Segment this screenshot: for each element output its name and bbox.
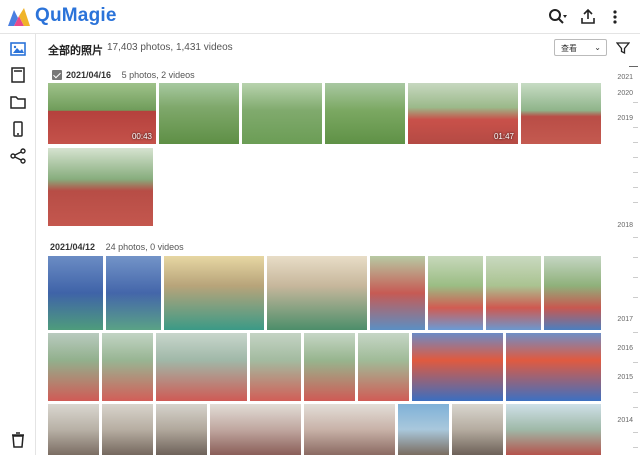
photo-thumbnail[interactable]	[250, 333, 301, 401]
photo-thumbnail[interactable]	[267, 256, 367, 330]
group-header: 2021/04/16 5 photos, 2 videos	[66, 70, 195, 80]
photo-thumbnail[interactable]	[48, 404, 99, 455]
photo-thumbnail[interactable]: 00:43	[48, 83, 156, 144]
album-icon[interactable]	[8, 65, 28, 85]
timeline-tick	[633, 257, 638, 258]
timeline-year[interactable]: 2020	[617, 90, 633, 97]
more-icon[interactable]	[612, 8, 630, 26]
view-select-value: 查看	[561, 44, 577, 53]
device-icon[interactable]	[8, 119, 28, 139]
photo-thumbnail[interactable]	[428, 256, 483, 330]
upload-icon[interactable]	[580, 8, 598, 26]
photo-thumbnail[interactable]	[304, 333, 355, 401]
timeline-year[interactable]: 2021	[617, 74, 633, 81]
timeline-year[interactable]: 2015	[617, 374, 633, 381]
photo-thumbnail[interactable]	[102, 404, 153, 455]
photo-thumbnail[interactable]	[156, 333, 247, 401]
search-icon[interactable]	[548, 8, 567, 26]
photo-thumbnail[interactable]: 01:47	[408, 83, 518, 144]
photo-thumbnail[interactable]	[398, 404, 449, 455]
timeline-year[interactable]: 2014	[617, 417, 633, 424]
timeline-tick	[633, 277, 638, 278]
photo-thumbnail[interactable]	[325, 83, 405, 144]
photo-thumbnail[interactable]	[506, 333, 601, 401]
photos-icon[interactable]	[8, 39, 28, 59]
timeline-tick	[633, 362, 638, 363]
group-date: 2021/04/16	[66, 70, 112, 80]
folder-icon[interactable]	[8, 92, 28, 112]
video-duration: 01:47	[493, 132, 514, 141]
photo-thumbnail[interactable]	[102, 333, 153, 401]
timeline-tick	[633, 447, 638, 448]
photo-thumbnail[interactable]	[521, 83, 601, 144]
timeline-tick	[633, 297, 638, 298]
photo-thumbnail[interactable]	[486, 256, 541, 330]
timeline-tick	[633, 407, 638, 408]
photo-thumbnail[interactable]	[48, 148, 153, 226]
page-title: 全部的照片	[48, 45, 103, 57]
qumagie-logo-icon[interactable]	[6, 6, 32, 28]
media-count: 17,403 photos, 1,431 videos	[107, 42, 233, 53]
photo-thumbnail[interactable]	[452, 404, 503, 455]
timeline-tick	[633, 432, 638, 433]
timeline-tick	[633, 172, 638, 173]
timeline-year[interactable]: 2016	[617, 345, 633, 352]
timeline-tick	[633, 237, 638, 238]
share-icon[interactable]	[8, 146, 28, 166]
photo-thumbnail[interactable]	[242, 83, 322, 144]
photo-thumbnail[interactable]	[210, 404, 301, 455]
group-select-checkbox[interactable]	[52, 70, 62, 80]
photo-thumbnail[interactable]	[370, 256, 425, 330]
timeline-tick	[633, 127, 638, 128]
group-header: 2021/04/12 24 photos, 0 videos	[50, 242, 184, 252]
trash-icon[interactable]	[8, 430, 28, 450]
photo-thumbnail[interactable]	[506, 404, 601, 455]
photo-thumbnail[interactable]	[304, 404, 395, 455]
photo-thumbnail[interactable]	[164, 256, 264, 330]
chevron-down-icon: ⌄	[594, 43, 601, 52]
timeline-tick	[633, 392, 638, 393]
video-duration: 00:43	[131, 132, 152, 141]
photo-thumbnail[interactable]	[48, 256, 103, 330]
photo-thumbnail[interactable]	[156, 404, 207, 455]
view-select[interactable]: 查看 ⌄	[554, 39, 607, 56]
timeline-tick	[633, 202, 638, 203]
photo-thumbnail[interactable]	[544, 256, 601, 330]
timeline-tick	[633, 102, 638, 103]
photo-thumbnail[interactable]	[358, 333, 409, 401]
timeline-year[interactable]: 2019	[617, 115, 633, 122]
timeline-year[interactable]: 2017	[617, 316, 633, 323]
timeline-tick	[633, 187, 638, 188]
group-date: 2021/04/12	[50, 242, 96, 252]
timeline-tick	[633, 142, 638, 143]
sidebar	[0, 34, 36, 455]
timeline-year[interactable]: 2018	[617, 222, 633, 229]
photo-thumbnail[interactable]	[48, 333, 99, 401]
timeline-tick	[633, 332, 638, 333]
timeline-scrubber[interactable]: 2021 2020 2019 2018 2017 2016 2015 2014	[615, 62, 640, 455]
group-summary: 24 photos, 0 videos	[105, 242, 184, 252]
app-brand[interactable]: QuMagie	[35, 5, 117, 27]
photo-grid-area: 全部的照片 17,403 photos, 1,431 videos 查看 ⌄ 2…	[37, 34, 615, 455]
timeline-tick	[633, 157, 638, 158]
photo-thumbnail[interactable]	[106, 256, 161, 330]
photo-thumbnail[interactable]	[159, 83, 239, 144]
photo-thumbnail[interactable]	[412, 333, 503, 401]
group-summary: 5 photos, 2 videos	[121, 70, 195, 80]
timeline-marker	[629, 66, 638, 67]
filter-icon[interactable]	[615, 41, 631, 55]
top-bar: QuMagie	[0, 0, 640, 34]
